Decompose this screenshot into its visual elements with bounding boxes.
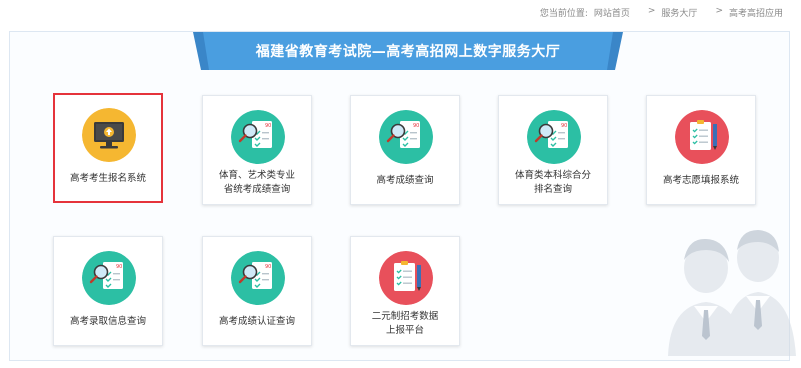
breadcrumb-current[interactable]: 高考高招应用 (729, 6, 783, 19)
search-document-icon: 90 (527, 110, 581, 164)
breadcrumb-home-link[interactable]: 网站首页 (594, 6, 630, 19)
search-document-icon: 90 (379, 110, 433, 164)
svg-text:90: 90 (265, 123, 271, 129)
svg-text:90: 90 (116, 264, 122, 270)
customer-service-illustration (668, 230, 796, 356)
service-card-gaokao-registration[interactable]: 高考考生报名系统 (53, 93, 163, 203)
service-card-gaokao-score[interactable]: 90 高考成绩查询 (350, 95, 460, 205)
service-card-label-line: 体育、艺术类专业 (218, 170, 295, 181)
service-card-label: 体育、艺术类专业 省统考成绩查询 (207, 169, 307, 197)
service-card-label: 高考志愿填报系统 (662, 175, 739, 186)
service-card-label: 高考考生报名系统 (69, 173, 146, 184)
service-card-label: 二元制招考数据 上报平台 (355, 310, 455, 338)
service-card-label: 高考成绩查询 (376, 175, 434, 186)
search-document-icon: 90 (231, 251, 285, 305)
breadcrumb-separator: > (715, 6, 723, 16)
breadcrumb-service-hall-link[interactable]: 服务大厅 (661, 6, 697, 19)
service-card-label-line: 省统考成绩查询 (223, 184, 291, 195)
svg-text:90: 90 (265, 264, 271, 270)
monitor-upload-icon (82, 108, 136, 162)
service-card-dual-system-data[interactable]: 二元制招考数据 上报平台 (350, 236, 460, 346)
svg-text:90: 90 (561, 123, 567, 129)
form-pen-icon (379, 251, 433, 305)
service-card-volunteer-application[interactable]: 高考志愿填报系统 (646, 95, 756, 205)
service-card-label-line: 体育类本科综合分 (514, 170, 591, 181)
search-document-icon: 90 (231, 110, 285, 164)
service-card-score-certification[interactable]: 90 高考成绩认证查询 (202, 236, 312, 346)
service-card-label: 体育类本科综合分 排名查询 (503, 169, 603, 197)
service-panel: 福建省教育考试院—高考高招网上数字服务大厅 高考考生报名系统 90 体育、艺术类… (9, 31, 796, 361)
service-card-label-line: 排名查询 (533, 184, 572, 195)
breadcrumb-prefix: 您当前位置: (539, 9, 588, 19)
service-card-label: 高考成绩认证查询 (218, 316, 295, 327)
banner-title: 福建省教育考试院—高考高招网上数字服务大厅 (255, 44, 561, 60)
service-card-label-line: 二元制招考数据 (371, 311, 439, 322)
service-card-sports-ranking[interactable]: 90 体育类本科综合分 排名查询 (498, 95, 608, 205)
service-card-label: 高考录取信息查询 (69, 316, 146, 327)
breadcrumb: 您当前位置: 网站首页 > 服务大厅 > 高考高招应用 (540, 6, 783, 19)
breadcrumb-separator: > (647, 6, 656, 16)
svg-text:90: 90 (413, 123, 419, 129)
form-pen-icon (675, 110, 729, 164)
service-card-sports-arts-score[interactable]: 90 体育、艺术类专业 省统考成绩查询 (202, 95, 312, 205)
search-document-icon: 90 (82, 251, 136, 305)
service-card-label-line: 上报平台 (385, 325, 424, 336)
service-card-admission-info[interactable]: 90 高考录取信息查询 (53, 236, 163, 346)
banner: 福建省教育考试院—高考高招网上数字服务大厅 (193, 32, 623, 70)
